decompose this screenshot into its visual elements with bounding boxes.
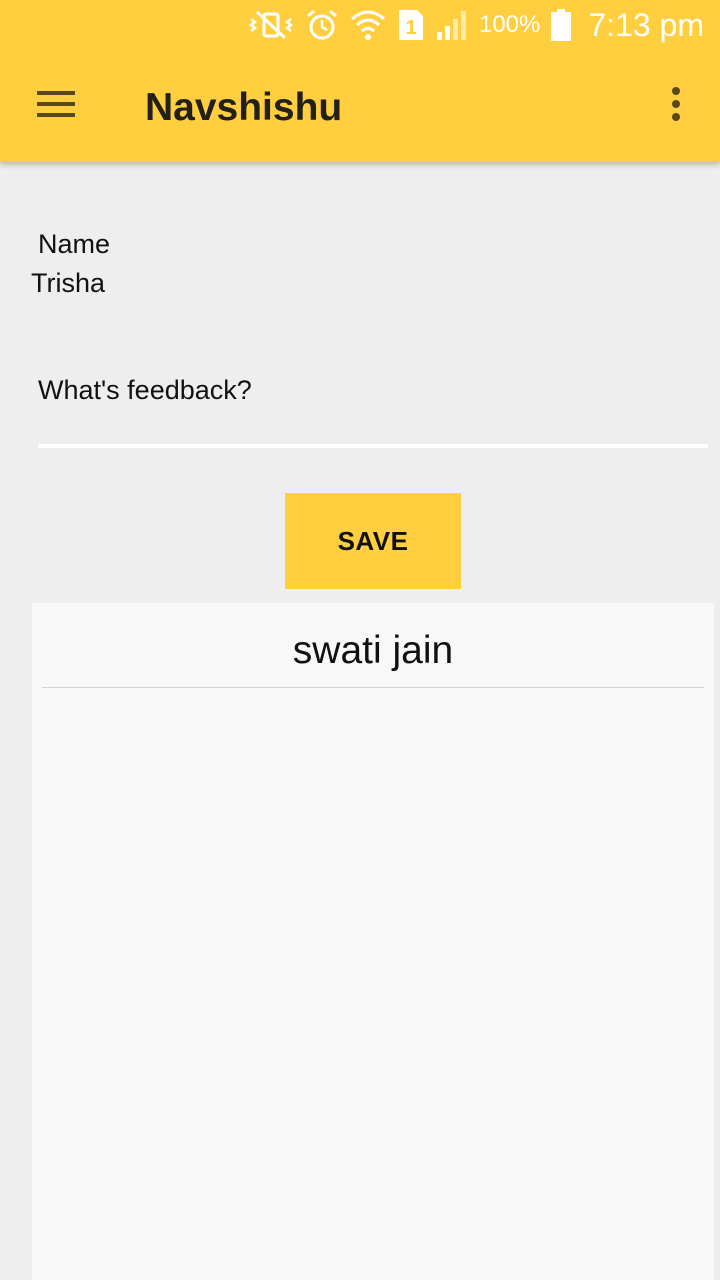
status-bar: 1 100% 7:13 pm [0,0,720,50]
list-item-name: swati jain [292,629,454,672]
hamburger-menu-icon [36,89,76,124]
app-bar: 1 100% 7:13 pm Navshishu [0,0,720,162]
status-icons: 1 100% 7:13 pm [247,4,704,46]
overflow-menu-button[interactable] [652,82,700,130]
feedback-underline [38,444,708,448]
menu-button[interactable] [24,82,88,130]
name-label: Name [38,229,111,259]
alarm-icon [305,5,339,45]
feedback-list: swati jain [32,603,714,1280]
feedback-input[interactable] [38,330,708,444]
list-item[interactable]: swati jain [42,603,704,688]
app-title: Navshishu [145,86,343,129]
vibrate-off-icon [247,5,295,45]
name-value: Trisha [31,268,106,298]
battery-icon [550,5,572,45]
wifi-icon [349,5,387,45]
save-button[interactable]: SAVE [285,493,461,589]
more-vert-icon [670,86,682,127]
svg-text:1: 1 [405,17,416,39]
status-time: 7:13 pm [588,6,704,43]
battery-percentage: 100% [478,11,541,38]
sim-1-icon: 1 [397,5,425,45]
signal-icon [435,5,469,45]
feedback-field [38,330,708,450]
